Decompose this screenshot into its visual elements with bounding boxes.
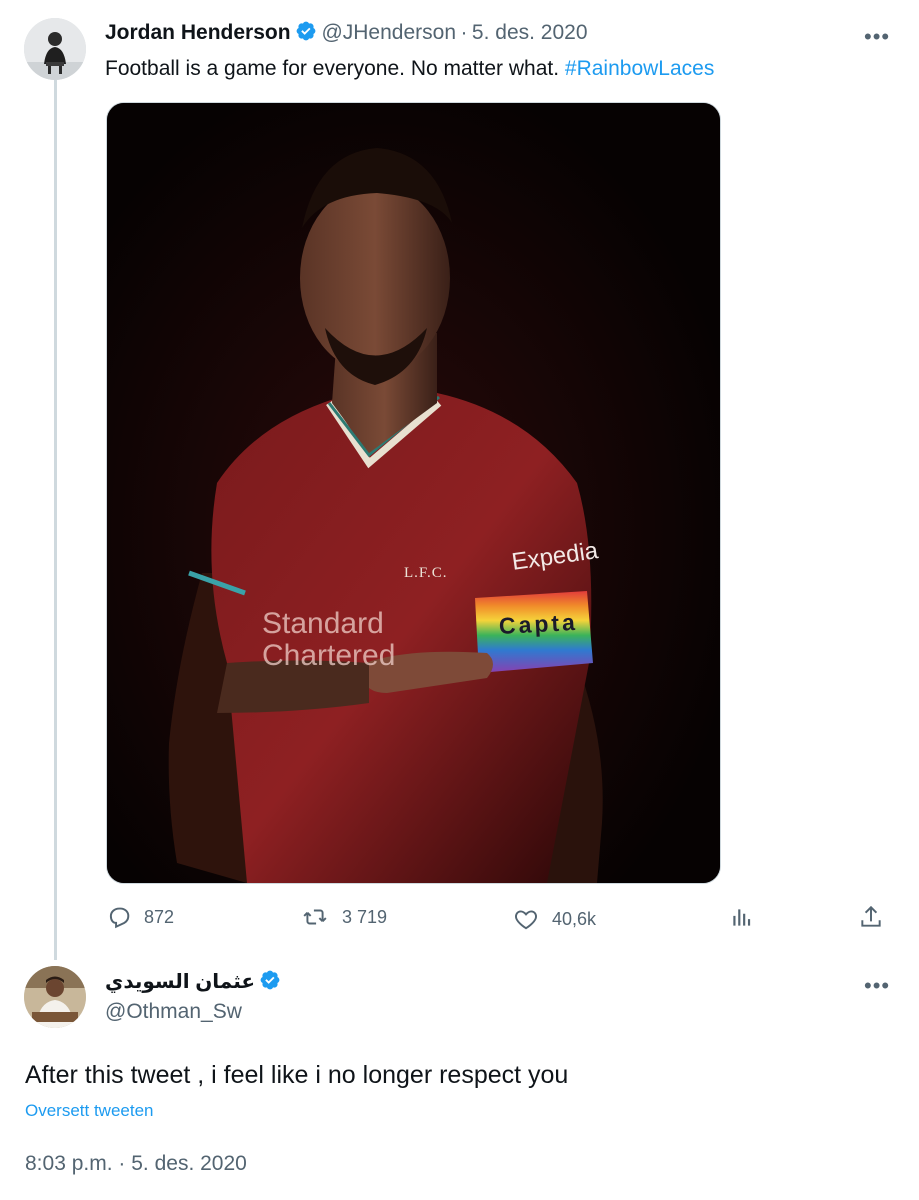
retweet-icon — [303, 909, 327, 925]
reply-icon — [109, 907, 130, 929]
hashtag-link[interactable]: #RainbowLaces — [565, 57, 714, 80]
translate-tweet-link[interactable]: Oversett tweeten — [25, 1101, 154, 1121]
analytics-icon — [733, 909, 751, 926]
retweet-button[interactable]: 3 719 — [300, 904, 387, 930]
more-options-icon[interactable]: ••• — [864, 975, 890, 997]
reply-button[interactable]: 872 — [106, 904, 174, 930]
meta-separator: · — [460, 21, 468, 44]
thread-connector-line — [54, 80, 57, 960]
tweet-date[interactable]: 5. des. 2020 — [472, 21, 588, 44]
like-count: 40,6k — [552, 908, 597, 929]
shirt-sponsor-text: Standard Chartered — [262, 607, 396, 672]
reply-timestamp[interactable]: 8:03 p.m. · 5. des. 2020 — [25, 1152, 247, 1176]
reply-time: 8:03 p.m. — [25, 1152, 113, 1175]
tweet-photo[interactable]: L.F.C. Standard Chartered Expedia Capta — [106, 102, 721, 884]
meta-separator: · — [118, 1152, 126, 1175]
reply-author-handle[interactable]: @Othman_Sw — [105, 1000, 242, 1024]
author-avatar[interactable] — [24, 18, 86, 80]
reply-header: عثمان السويدي — [105, 969, 281, 996]
shirt-crest-text: L.F.C. — [404, 565, 448, 581]
author-name[interactable]: Jordan Henderson — [105, 21, 291, 44]
more-options-icon[interactable]: ••• — [864, 26, 890, 48]
reply-text: After this tweet , i feel like i no long… — [25, 1061, 569, 1089]
reply-author-name[interactable]: عثمان السويدي — [105, 971, 255, 993]
photo-illustration — [107, 103, 720, 883]
armband-text: Capta — [498, 608, 579, 639]
reply-date: 5. des. 2020 — [131, 1152, 247, 1175]
share-icon — [861, 905, 881, 927]
reply-author-avatar[interactable] — [24, 966, 86, 1028]
analytics-button[interactable] — [729, 904, 755, 930]
like-button[interactable]: 40,6k — [512, 906, 596, 932]
reply-count: 872 — [144, 906, 175, 927]
share-button[interactable] — [858, 903, 884, 931]
tweet-text: Football is a game for everyone. No matt… — [105, 55, 714, 83]
retweet-count: 3 719 — [342, 906, 388, 927]
like-icon — [515, 910, 537, 930]
tweet-header: Jordan Henderson @JHenderson · 5. des. 2… — [105, 20, 588, 47]
author-handle[interactable]: @JHenderson — [321, 21, 456, 44]
tweet-body: Football is a game for everyone. No matt… — [105, 57, 560, 80]
verified-badge-icon — [295, 20, 317, 47]
verified-badge-icon — [259, 969, 281, 996]
